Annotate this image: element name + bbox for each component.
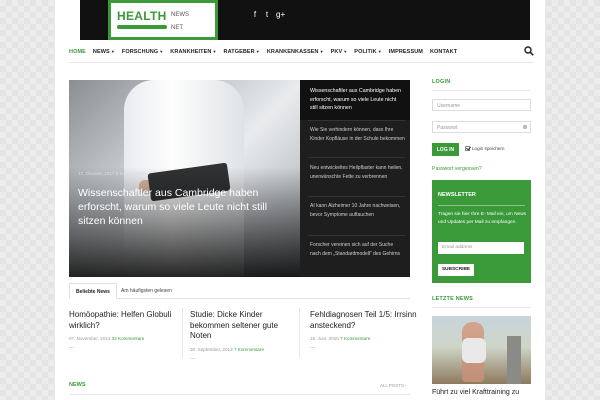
caret-down-icon: ▼ [377, 49, 382, 54]
nav-kontakt[interactable]: KONTAKT [430, 49, 457, 55]
checkbox[interactable] [465, 146, 470, 151]
all-posts-link[interactable]: ALL POSTS › [380, 383, 406, 388]
social-links: f t g+ [252, 10, 285, 19]
featured-image[interactable] [69, 80, 300, 277]
caret-down-icon: ▼ [319, 49, 324, 54]
nav-politik[interactable]: POLITIK▼ [354, 49, 381, 55]
nav-home[interactable]: HOME [69, 49, 86, 55]
comment-count[interactable]: 7 Kommentare [234, 347, 264, 352]
facebook-icon[interactable]: f [252, 10, 258, 19]
headline-item[interactable]: Wie Sie verhindern können, dass Ihre Kin… [310, 126, 405, 143]
logo-word-net: NET [171, 25, 183, 31]
article-title[interactable]: Studie: Dicke Kinder bekommen seltener g… [190, 310, 300, 342]
nav-krankenkassen[interactable]: KRANKENKASSEN▼ [267, 49, 324, 55]
nav-forschung[interactable]: FORSCHUNG▼ [122, 49, 163, 55]
newsletter-box: NEWSLETTER Tragen sie hier Ihre E- Mail … [432, 180, 531, 283]
remember-login[interactable]: Login speichern [465, 146, 504, 151]
tab-most-read[interactable]: Am häufigsten gelesen [115, 283, 178, 299]
latest-news-caption[interactable]: Führt zu viel Krafttraining zu [432, 388, 531, 397]
logo-word-health: HEALTH [117, 9, 167, 23]
featured-title[interactable]: Wissenschaftler aus Cambridge haben erfo… [78, 186, 278, 228]
article-tabs: Beliebte News Am häufigsten gelesen [69, 283, 410, 299]
forgot-password-link[interactable]: Passwort vergessen? [432, 166, 482, 172]
nav-ratgeber[interactable]: RATGEBER▼ [224, 49, 260, 55]
nav-divider [69, 62, 534, 63]
headline-item[interactable]: Neu entwickeltes Heilpflaster kann heile… [310, 164, 405, 181]
comment-count[interactable]: 32 Kommentare [112, 336, 145, 341]
article-title[interactable]: Fehldiagnosen Teil 1/5: Irrsinn anstecke… [310, 310, 420, 331]
nav-news[interactable]: NEWS▼ [93, 49, 115, 55]
subscribe-button[interactable]: SUBSCRIBE [438, 264, 474, 276]
username-field[interactable]: Username [432, 99, 531, 111]
newsletter-email-field[interactable]: Email address [438, 242, 524, 254]
logo-bar [117, 25, 167, 29]
news-section-title: NEWS [69, 382, 86, 388]
article-card: Homöopathie: Helfen Globuli wirklich? 07… [69, 310, 179, 350]
login-title: LOGIN [432, 79, 451, 85]
main-nav: HOME NEWS▼ FORSCHUNG▼ KRANKHEITEN▼ RATGE… [69, 46, 534, 58]
page-container: HEALTH NEWS NET f t g+ HOME NEWS▼ FORSCH… [55, 0, 545, 400]
article-title[interactable]: Homöopathie: Helfen Globuli wirklich? [69, 310, 179, 331]
caret-down-icon: ▼ [255, 49, 260, 54]
lock-icon [523, 125, 527, 129]
caret-down-icon: ▼ [159, 49, 164, 54]
top-bar: HEALTH NEWS NET f t g+ [80, 0, 530, 40]
comment-count[interactable]: 7 Kommentare [340, 336, 370, 341]
password-field[interactable]: Passwort [432, 121, 531, 133]
article-card: Fehldiagnosen Teil 1/5: Irrsinn anstecke… [310, 310, 420, 350]
headline-item[interactable]: Wissenschaftler aus Cambridge haben erfo… [310, 87, 405, 113]
newsletter-title: NEWSLETTER [438, 192, 476, 198]
login-button[interactable]: LOG IN [432, 143, 459, 156]
twitter-icon[interactable]: t [264, 10, 270, 19]
latest-news-title: LETZTE NEWS [432, 296, 474, 302]
caret-down-icon: ▼ [110, 49, 115, 54]
tab-popular[interactable]: Beliebte News [69, 283, 117, 299]
caret-down-icon: ▼ [212, 49, 217, 54]
chevron-right-icon: › [405, 383, 407, 388]
googleplus-icon[interactable]: g+ [276, 10, 285, 19]
newsletter-text: Tragen sie hier Ihre E- Mail ein, um New… [438, 212, 527, 225]
search-icon[interactable] [524, 46, 534, 56]
featured-headline-list: Wissenschaftler aus Cambridge haben erfo… [300, 80, 410, 277]
caret-down-icon: ▼ [343, 49, 348, 54]
featured-meta: 17. Oktober, 2017 0 Kommentare [78, 171, 146, 176]
latest-news-image[interactable] [432, 316, 531, 384]
headline-item[interactable]: AI kann Alzheimer 10 Jahre nachweisen, b… [310, 202, 405, 219]
nav-impressum[interactable]: IMPRESSUM [389, 49, 423, 55]
logo-word-news: NEWS [171, 12, 189, 18]
article-card: Studie: Dicke Kinder bekommen seltener g… [190, 310, 300, 361]
nav-krankheiten[interactable]: KRANKHEITEN▼ [170, 49, 216, 55]
site-logo[interactable]: HEALTH NEWS NET [108, 0, 218, 40]
nav-pkv[interactable]: PKV▼ [331, 49, 348, 55]
featured-slider: 17. Oktober, 2017 0 Kommentare Wissensch… [69, 80, 410, 277]
headline-item[interactable]: Forscher vereinen sich auf der Suche nac… [310, 241, 405, 258]
